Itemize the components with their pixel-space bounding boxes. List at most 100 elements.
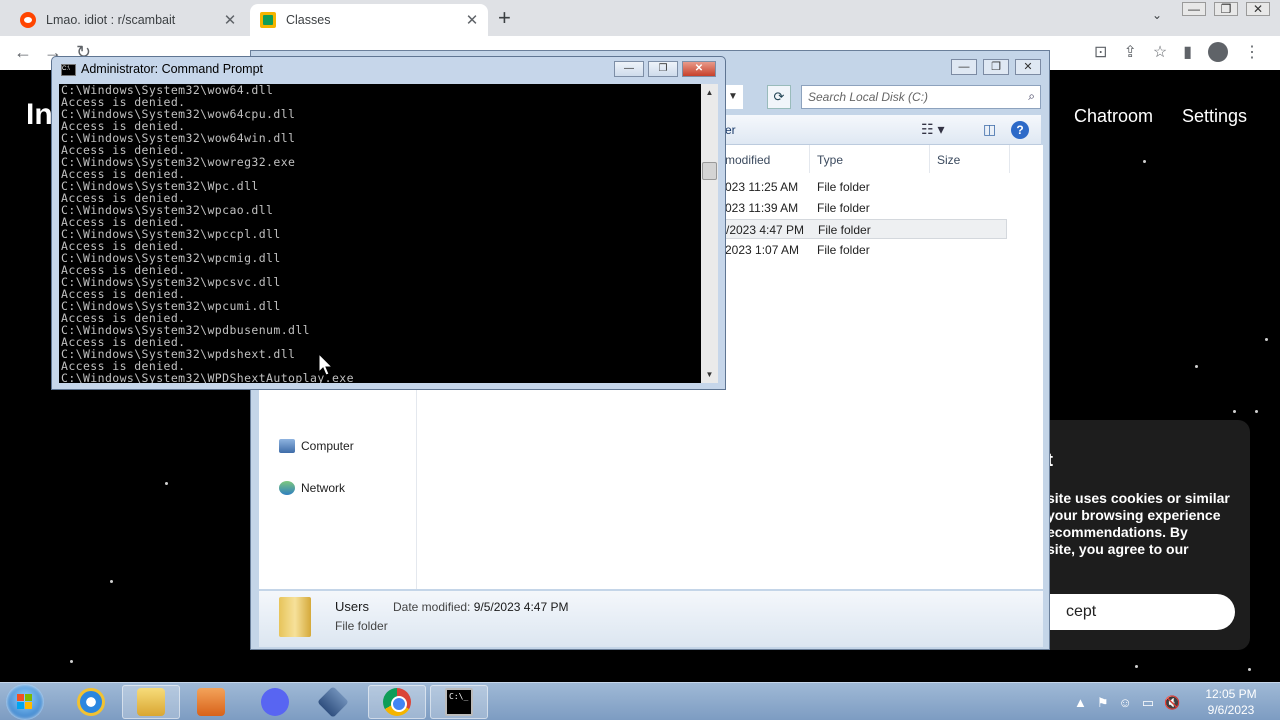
scroll-up-icon[interactable]: ▲ (701, 84, 718, 101)
minimize-button[interactable]: — (614, 61, 644, 77)
row-date: /2023 4:47 PM (726, 223, 805, 237)
clock-time: 12:05 PM (1205, 687, 1257, 701)
table-row[interactable]: 2023 1:07 AM File folder (725, 240, 1007, 260)
internet-explorer-icon (77, 688, 105, 716)
taskbar-ie[interactable] (62, 685, 120, 719)
console-line: C:\Windows\System32\WPDShextAutoplay.exe (61, 371, 354, 383)
new-folder-button[interactable]: er (725, 123, 736, 137)
mouse-cursor-icon (318, 353, 334, 376)
star (1135, 665, 1138, 668)
help-icon[interactable]: ? (1011, 121, 1029, 139)
details-date: Date modified: 9/5/2023 4:47 PM (393, 600, 568, 614)
cmd-title-bar[interactable]: C:\ Administrator: Command Prompt — ❐ ✕ (52, 57, 725, 83)
maximize-button[interactable]: ❐ (1214, 2, 1238, 16)
tab-scambait[interactable]: Lmao. idiot : r/scambait ✕ (10, 4, 246, 36)
taskbar-media-player[interactable] (182, 685, 240, 719)
browser-tab-strip: Lmao. idiot : r/scambait ✕ Classes ✕ + ⌄… (0, 0, 1280, 36)
taskbar-virtualbox[interactable] (304, 685, 362, 719)
nav-chatroom[interactable]: Chatroom (1074, 106, 1153, 127)
cookie-banner: t site uses cookies or similar your brow… (1015, 420, 1250, 650)
start-button[interactable] (6, 684, 44, 720)
taskbar-chrome[interactable] (368, 685, 426, 719)
details-date-value: 9/5/2023 4:47 PM (473, 600, 569, 614)
system-tray: ▲ ⚑ ☺ ▭ 🔇 (1074, 695, 1180, 711)
window-title: Administrator: Command Prompt (81, 62, 264, 76)
maximize-button[interactable]: ❐ (983, 59, 1009, 75)
taskbar-cmd[interactable]: C:\_ (430, 685, 488, 719)
bookmark-star-icon[interactable]: ☆ (1153, 42, 1167, 62)
maximize-button[interactable]: ❐ (648, 61, 678, 77)
row-type: File folder (818, 223, 871, 237)
chrome-icon (383, 688, 411, 716)
column-divider (809, 145, 810, 173)
close-button[interactable]: ✕ (1015, 59, 1041, 75)
back-icon[interactable]: ← (14, 42, 32, 63)
taskbar-explorer[interactable] (122, 685, 180, 719)
profile-avatar-icon[interactable] (1208, 42, 1228, 62)
minimize-button[interactable]: — (1182, 2, 1206, 16)
install-app-icon[interactable]: ⊡ (1094, 42, 1107, 62)
close-button[interactable]: ✕ (682, 61, 716, 77)
table-row[interactable]: /2023 4:47 PM File folder (725, 219, 1007, 239)
action-center-icon[interactable]: ⚑ (1097, 695, 1109, 711)
star (1265, 338, 1268, 341)
details-name: Users (335, 599, 369, 614)
nav-settings[interactable]: Settings (1182, 106, 1247, 127)
row-date: 023 11:39 AM (725, 201, 799, 215)
new-tab-button[interactable]: + (498, 5, 511, 31)
volume-muted-icon[interactable]: 🔇 (1164, 695, 1180, 711)
close-button[interactable]: ✕ (1246, 2, 1270, 16)
minimize-button[interactable]: — (951, 59, 977, 75)
reddit-icon (20, 12, 36, 28)
console-text: C:\Windows\System32\wow64.dll Access is … (59, 84, 701, 383)
tab-title: Classes (286, 13, 331, 27)
column-size[interactable]: Size (937, 153, 960, 167)
discord-icon (261, 688, 289, 716)
folder-icon (137, 688, 165, 716)
nav-computer[interactable]: Computer (279, 439, 354, 453)
search-icon[interactable]: ⌕ (1028, 89, 1035, 104)
nav-label: Network (301, 481, 346, 495)
column-date-modified[interactable]: modified (725, 153, 770, 167)
share-icon[interactable]: ⇪ (1123, 42, 1136, 62)
tab-search-icon[interactable]: ⌄ (1152, 8, 1162, 22)
tab-classes[interactable]: Classes ✕ (250, 4, 488, 36)
console-scrollbar[interactable]: ▲ ▼ (701, 84, 718, 383)
side-panel-icon[interactable]: ▮ (1183, 42, 1192, 62)
tab-close-icon[interactable]: ✕ (462, 11, 482, 29)
table-row[interactable]: 023 11:39 AM File folder (725, 198, 1007, 218)
virtualbox-icon (317, 686, 349, 718)
taskbar-discord[interactable] (246, 685, 304, 719)
more-menu-icon[interactable]: ⋮ (1244, 42, 1260, 62)
scroll-thumb[interactable] (702, 162, 717, 180)
details-pane: Users Date modified: 9/5/2023 4:47 PM Fi… (259, 591, 1043, 647)
star (1255, 410, 1258, 413)
row-date: 2023 1:07 AM (725, 243, 800, 257)
scroll-down-icon[interactable]: ▼ (701, 366, 718, 383)
cmd-window-controls: — ❐ ✕ (614, 61, 716, 77)
column-type[interactable]: Type (817, 153, 843, 167)
refresh-icon[interactable]: ⟳ (767, 85, 791, 109)
network-tray-icon[interactable]: ▭ (1142, 695, 1154, 711)
console-output[interactable]: C:\Windows\System32\wow64.dll Access is … (59, 84, 701, 383)
address-dropdown-icon[interactable]: ▼ (723, 85, 743, 109)
discord-tray-icon[interactable]: ☺ (1119, 695, 1132, 711)
table-row[interactable]: 023 11:25 AM File folder (725, 177, 1007, 197)
tab-close-icon[interactable]: ✕ (220, 11, 240, 29)
star (1248, 668, 1251, 671)
cookie-accept-button[interactable]: cept (1030, 594, 1235, 630)
preview-pane-icon[interactable]: ◫ (983, 121, 996, 138)
clock[interactable]: 12:05 PM 9/6/2023 (1196, 686, 1266, 718)
show-hidden-icons-icon[interactable]: ▲ (1074, 695, 1087, 711)
nav-network[interactable]: Network (279, 481, 345, 495)
clock-date: 9/6/2023 (1207, 703, 1255, 717)
views-icon[interactable]: ☷ ▾ (921, 121, 944, 138)
windows-logo-icon (17, 694, 33, 710)
site-logo[interactable]: In (26, 98, 53, 132)
search-input[interactable]: Search Local Disk (C:) ⌕ (801, 85, 1041, 109)
taskbar: C:\_ ▲ ⚑ ☺ ▭ 🔇 12:05 PM 9/6/2023 (0, 682, 1280, 720)
toolbar-right-icons: ⊡ ⇪ ☆ ▮ ⋮ (1094, 42, 1260, 62)
browser-window-controls: — ❐ ✕ (1182, 2, 1270, 16)
nav-label: Computer (301, 439, 354, 453)
tab-title: Lmao. idiot : r/scambait (46, 13, 176, 27)
